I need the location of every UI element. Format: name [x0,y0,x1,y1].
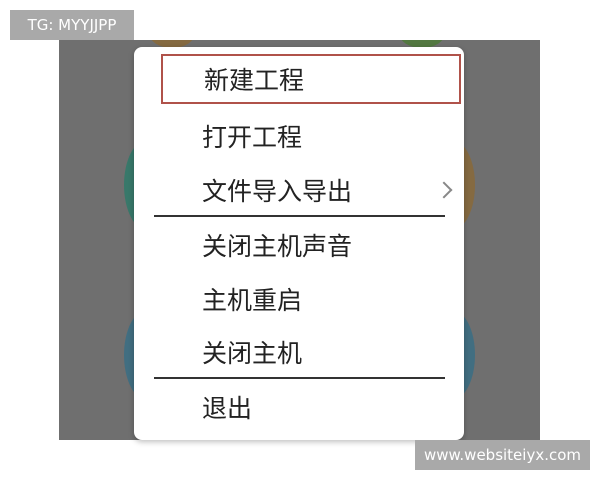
menu-item-file-import-export[interactable]: 文件导入导出 [134,163,464,217]
menu-divider [154,215,445,217]
menu-item-new-project[interactable]: 新建工程 [161,54,461,104]
menu-item-mute-host[interactable]: 关闭主机声音 [134,218,464,272]
chevron-right-icon [435,181,453,199]
menu-item-label: 关闭主机声音 [202,232,353,261]
menu-item-label: 主机重启 [202,286,303,315]
menu-divider [154,377,445,379]
context-menu: 新建工程 打开工程 文件导入导出 关闭主机声音 主机重启 关闭主机 退出 [134,47,464,440]
menu-item-restart-host[interactable]: 主机重启 [134,272,464,326]
menu-item-open-project[interactable]: 打开工程 [134,109,464,163]
screenshot: TG: MYYJJPP 新建工程 打开工程 文件导入导出 关闭主机声音 主机重启… [0,0,600,480]
menu-item-label: 文件导入导出 [202,177,353,206]
menu-item-shutdown-host[interactable]: 关闭主机 [134,325,464,379]
menu-item-label: 新建工程 [204,66,305,95]
menu-item-label: 打开工程 [202,123,303,152]
menu-item-exit[interactable]: 退出 [134,380,464,434]
watermark-tg: TG: MYYJJPP [10,10,134,40]
menu-item-label: 退出 [202,394,253,423]
watermark-website: www.websiteiyx.com [415,440,590,470]
menu-item-label: 关闭主机 [202,339,303,368]
